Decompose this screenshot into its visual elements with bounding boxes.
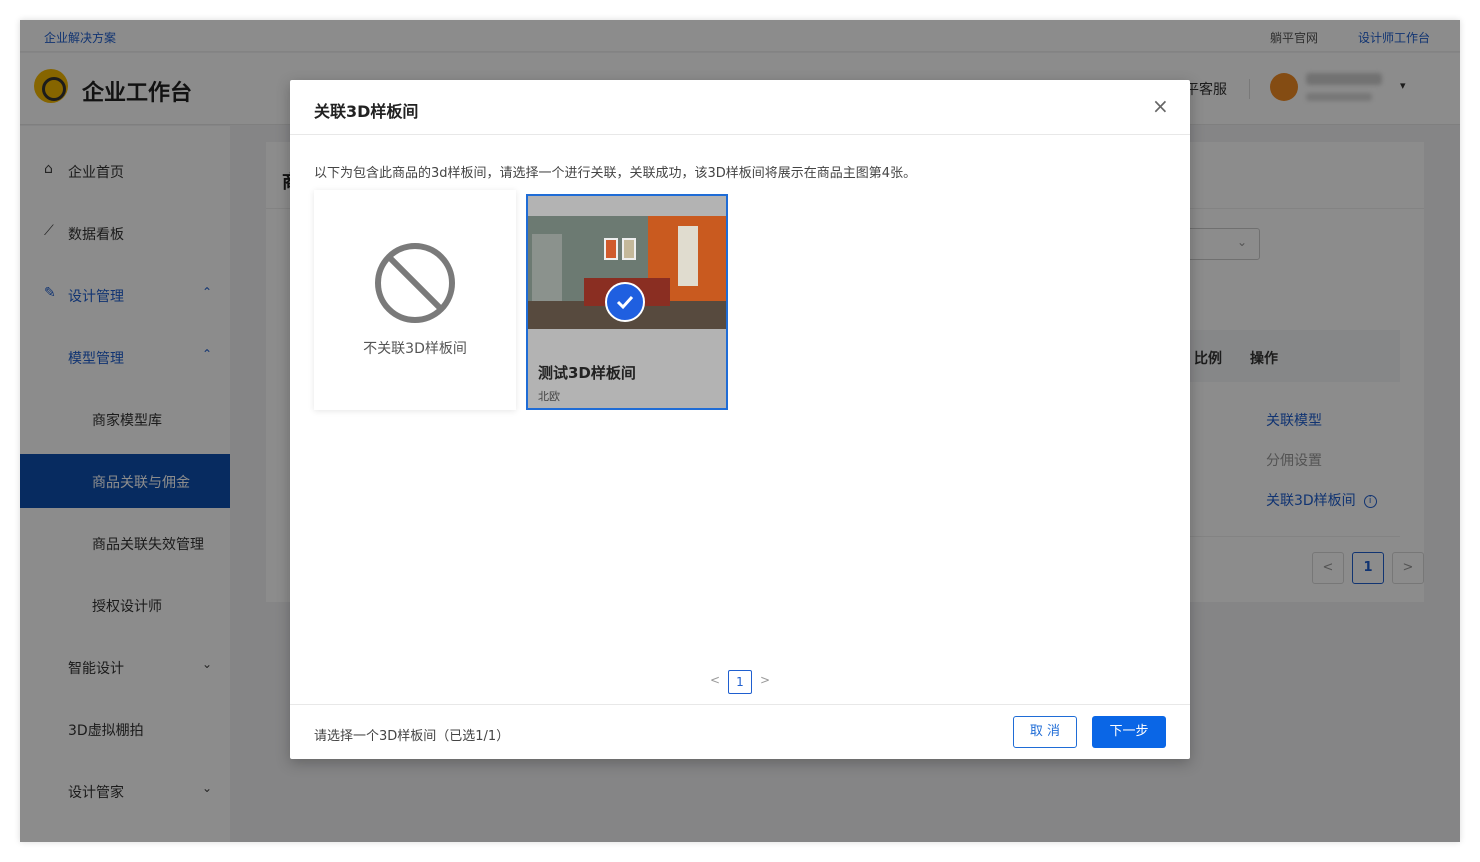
no-link-label: 不关联3D样板间 [363, 341, 467, 357]
selection-hint: 请选择一个3D样板间（已选1/1） [314, 729, 510, 744]
close-icon[interactable]: × [1152, 96, 1169, 116]
pagination-prev[interactable]: < [710, 673, 720, 687]
room-style: 北欧 [538, 390, 560, 403]
prohibited-icon [375, 243, 455, 323]
cancel-button[interactable]: 取 消 [1013, 716, 1077, 748]
pagination-next[interactable]: > [760, 673, 770, 687]
link-3d-room-dialog: 关联3D样板间 × 以下为包含此商品的3d样板间，请选择一个进行关联，关联成功，… [290, 80, 1190, 759]
room-name: 测试3D样板间 [538, 364, 636, 382]
no-link-card[interactable]: 不关联3D样板间 [314, 190, 516, 410]
divider [290, 704, 1190, 705]
divider [290, 134, 1190, 135]
dialog-description: 以下为包含此商品的3d样板间，请选择一个进行关联，关联成功，该3D样板间将展示在… [314, 166, 917, 181]
next-step-button[interactable]: 下一步 [1092, 716, 1166, 748]
check-icon [605, 282, 645, 322]
dialog-title: 关联3D样板间 [314, 102, 419, 121]
room-card-selected[interactable]: 测试3D样板间 北欧 [526, 194, 728, 410]
pagination-page[interactable]: 1 [728, 670, 752, 694]
